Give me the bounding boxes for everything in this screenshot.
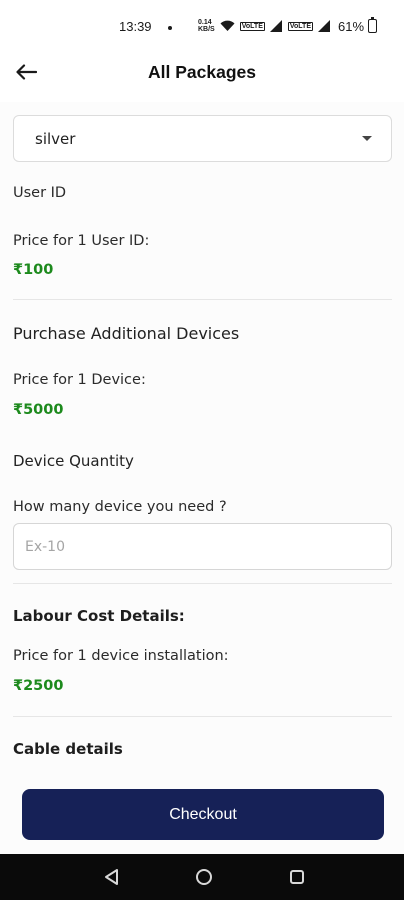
nav-home-icon[interactable] <box>194 867 214 887</box>
wifi-icon <box>220 20 235 31</box>
signal-icon-1 <box>269 20 282 32</box>
network-speed-unit: KB/S <box>198 26 215 33</box>
nav-back-icon[interactable] <box>102 867 122 887</box>
network-speed: 0.14 KB/S <box>198 19 215 33</box>
volte-badge-2: VoLTE <box>287 21 314 31</box>
network-speed-value: 0.14 <box>198 19 212 26</box>
page-title: All Packages <box>148 62 256 82</box>
installation-price-label: Price for 1 device installation: <box>13 648 229 664</box>
user-id-price-label: Price for 1 User ID: <box>13 233 150 249</box>
app-bar: All Packages <box>0 42 404 102</box>
package-dropdown-value: silver <box>35 130 76 148</box>
labour-cost-heading: Labour Cost Details: <box>13 607 185 625</box>
battery-percent: 61% <box>338 19 365 34</box>
device-quantity-input[interactable] <box>13 523 392 570</box>
package-form: silver User ID Price for 1 User ID: ₹100… <box>0 102 404 776</box>
divider <box>13 716 392 717</box>
battery-icon <box>368 16 377 33</box>
volte-badge-1: VoLTE <box>239 21 265 31</box>
device-quantity-question: How many device you need ? <box>13 499 227 515</box>
package-dropdown[interactable]: silver <box>13 115 392 162</box>
user-id-heading: User ID <box>13 185 67 201</box>
caret-down-icon <box>362 136 372 141</box>
status-bar: 13:39 0.14 KB/S VoLTE VoLTE 61% <box>0 0 404 42</box>
user-id-price: ₹100 <box>13 262 54 278</box>
nav-recents-icon[interactable] <box>287 867 307 887</box>
cable-details-heading: Cable details <box>13 740 123 758</box>
notification-dot-icon <box>168 26 172 30</box>
checkout-bar: Checkout <box>0 776 404 854</box>
device-price-label: Price for 1 Device: <box>13 372 146 388</box>
signal-icon-2 <box>318 20 331 32</box>
status-time: 13:39 <box>119 19 152 34</box>
device-price: ₹5000 <box>13 402 64 418</box>
device-quantity-heading: Device Quantity <box>13 452 134 470</box>
checkout-button[interactable]: Checkout <box>22 789 384 840</box>
devices-heading: Purchase Additional Devices <box>13 324 240 343</box>
divider <box>13 583 392 584</box>
installation-price: ₹2500 <box>13 678 64 694</box>
status-icons: 0.14 KB/S VoLTE VoLTE <box>198 19 331 33</box>
divider <box>13 299 392 300</box>
system-nav-bar <box>0 854 404 900</box>
